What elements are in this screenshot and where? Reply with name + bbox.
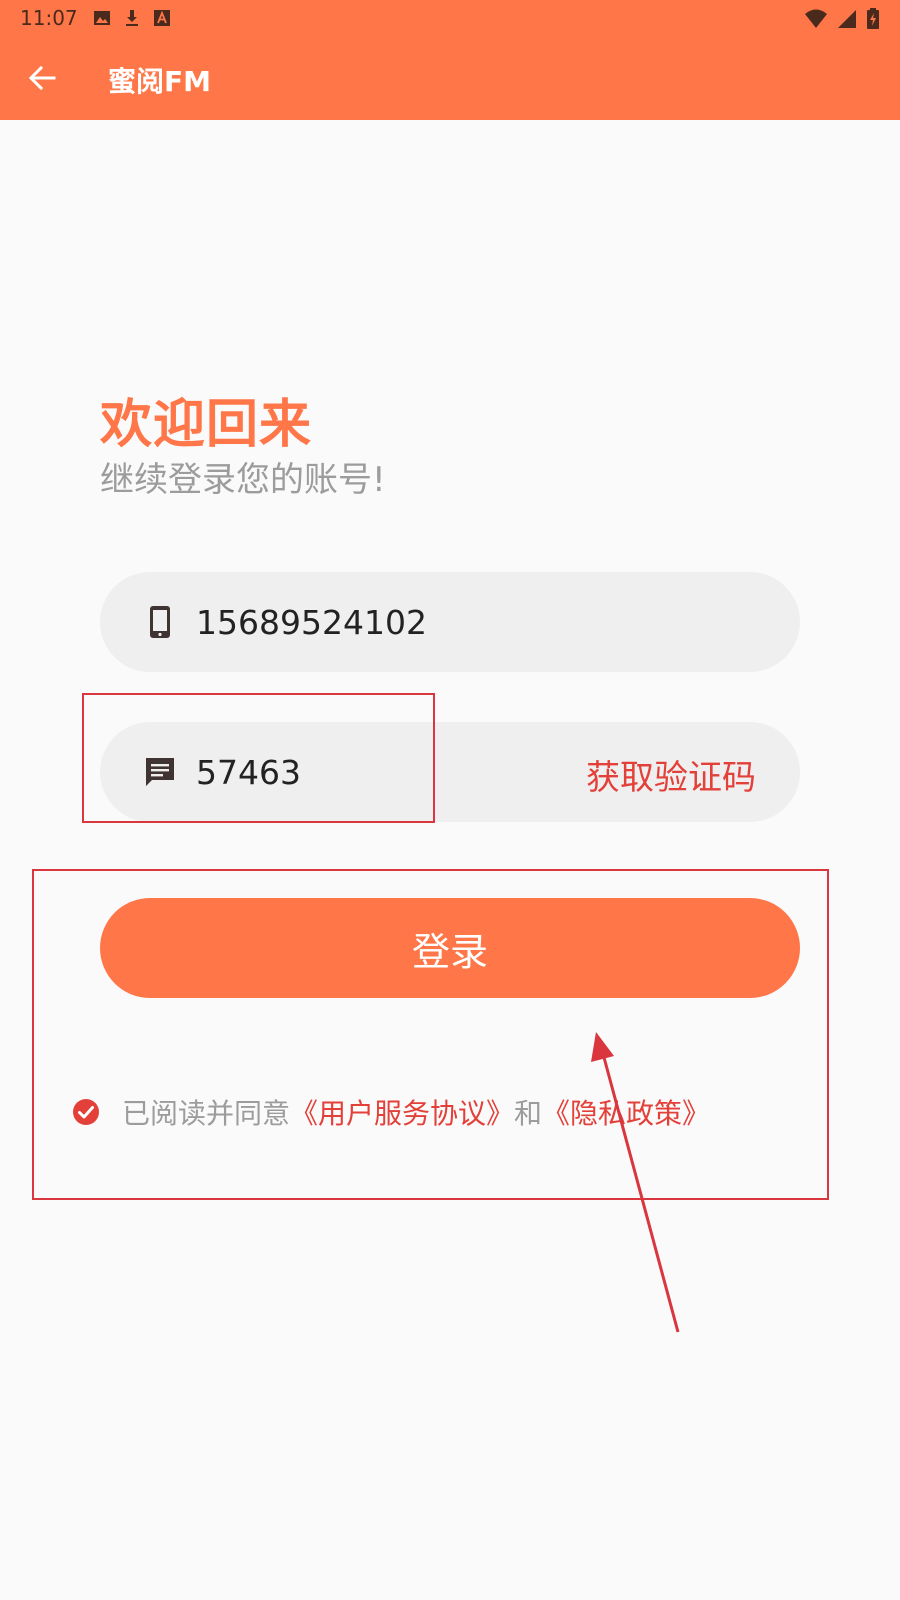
annotation-arrow [591, 1032, 680, 1333]
